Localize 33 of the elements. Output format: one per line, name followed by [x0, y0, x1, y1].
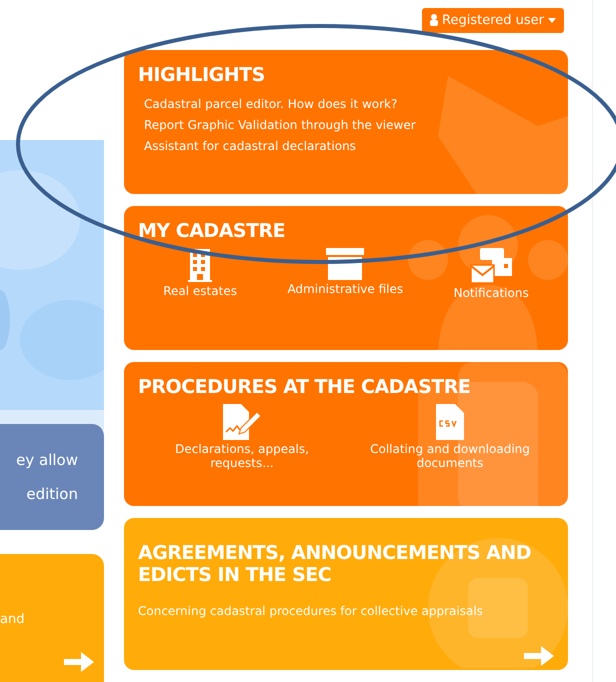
arrow-right-icon[interactable]: [64, 650, 94, 674]
shortcut-link[interactable]: Administrative files: [287, 248, 404, 300]
info-text: ey allow: [16, 451, 78, 469]
document-pen-icon: [221, 404, 263, 440]
panel-title[interactable]: HIGHLIGHTS: [138, 64, 554, 86]
panel-title[interactable]: MY CADASTRE: [138, 220, 554, 242]
shortcut-link[interactable]: Notifications: [454, 248, 529, 300]
building-icon: [187, 248, 214, 282]
highlight-link[interactable]: Assistant for cadastral declarations: [144, 136, 554, 157]
info-text: edition: [26, 485, 78, 503]
shortcut-label: Notifications: [454, 286, 529, 300]
caret-icon: [548, 18, 556, 23]
panel-title[interactable]: PROCEDURES AT THE CADASTRE: [138, 376, 554, 398]
arrow-right-icon[interactable]: [524, 644, 554, 668]
csv-file-icon: [436, 404, 464, 440]
shortcut-link[interactable]: Real estates: [163, 248, 237, 300]
panel-title[interactable]: AGREEMENTS, ANNOUNCEMENTS AND EDICTS IN THE SEC: [138, 542, 554, 586]
shortcut-label: Collating and downloading documents: [369, 442, 531, 470]
shortcut-label: Administrative files: [287, 282, 404, 296]
promo-card[interactable]: and: [0, 554, 104, 682]
shortcut-label: Declarations, appeals, requests...: [174, 442, 310, 470]
shortcut-link[interactable]: Collating and downloading documents: [355, 404, 545, 470]
envelopes-icon: [470, 248, 512, 284]
panel-description: Concerning cadastral procedures for collective appraisals: [138, 602, 484, 620]
user-icon: [430, 14, 438, 26]
archive-box-icon: [326, 248, 364, 280]
promo-text: and: [0, 612, 24, 627]
highlight-link[interactable]: Cadastral parcel editor. How does it work?: [144, 94, 554, 115]
user-menu-button[interactable]: Registered user: [422, 8, 564, 33]
shortcut-link[interactable]: Declarations, appeals, requests...: [147, 404, 337, 470]
shortcut-label: Real estates: [163, 284, 237, 298]
info-card[interactable]: ey allow edition: [0, 424, 104, 530]
highlight-link[interactable]: Report Graphic Validation through the viewer: [144, 114, 554, 136]
